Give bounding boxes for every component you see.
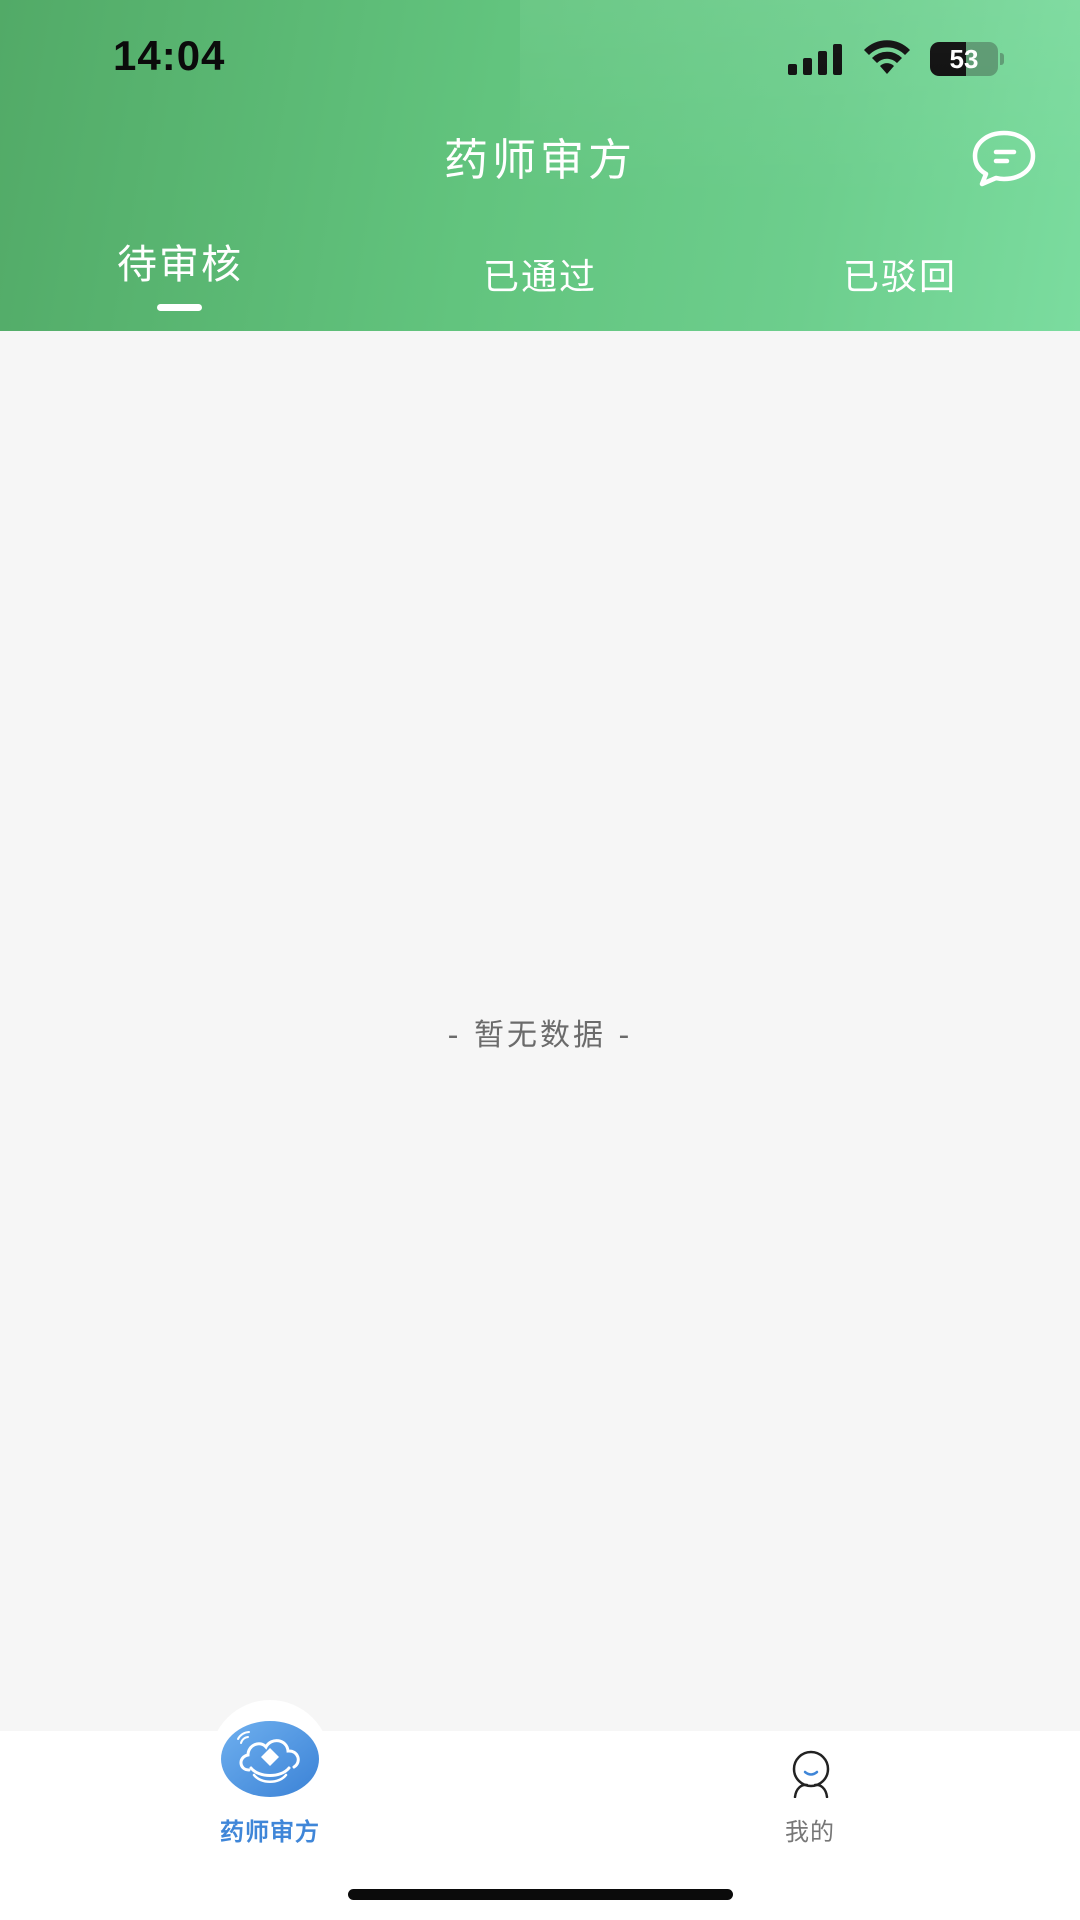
home-indicator	[348, 1889, 733, 1900]
status-time: 14:04	[113, 32, 226, 79]
empty-state-text: - 暂无数据 -	[447, 1018, 633, 1053]
header: 14:04 53 药师审方 待审核 已通过 已驳回	[0, 0, 1080, 331]
battery-icon: 53	[930, 42, 1005, 76]
page-title: 药师审方	[444, 135, 636, 186]
tabbar-label-mine: 我的	[785, 1818, 835, 1846]
tabbar-item-pharmacist-review[interactable]: 药师审方	[200, 1716, 340, 1846]
tab-approved[interactable]: 已通过	[360, 248, 720, 300]
tab-pending[interactable]: 待审核	[0, 232, 360, 290]
tab-rejected[interactable]: 已驳回	[720, 248, 1080, 300]
signal-icon	[788, 43, 844, 75]
tabbar-label-pharmacist-review: 药师审方	[220, 1818, 320, 1846]
profile-icon	[792, 1750, 830, 1798]
message-icon	[972, 130, 1036, 187]
review-status-tabs: 待审核 已通过 已驳回	[0, 232, 1080, 312]
active-tab-indicator	[157, 304, 202, 311]
tabbar-item-mine[interactable]: 我的	[750, 1745, 870, 1846]
pharmacist-review-icon	[221, 1721, 319, 1797]
wifi-icon	[862, 40, 912, 76]
battery-level-text: 53	[949, 44, 979, 74]
message-button[interactable]	[970, 128, 1038, 188]
